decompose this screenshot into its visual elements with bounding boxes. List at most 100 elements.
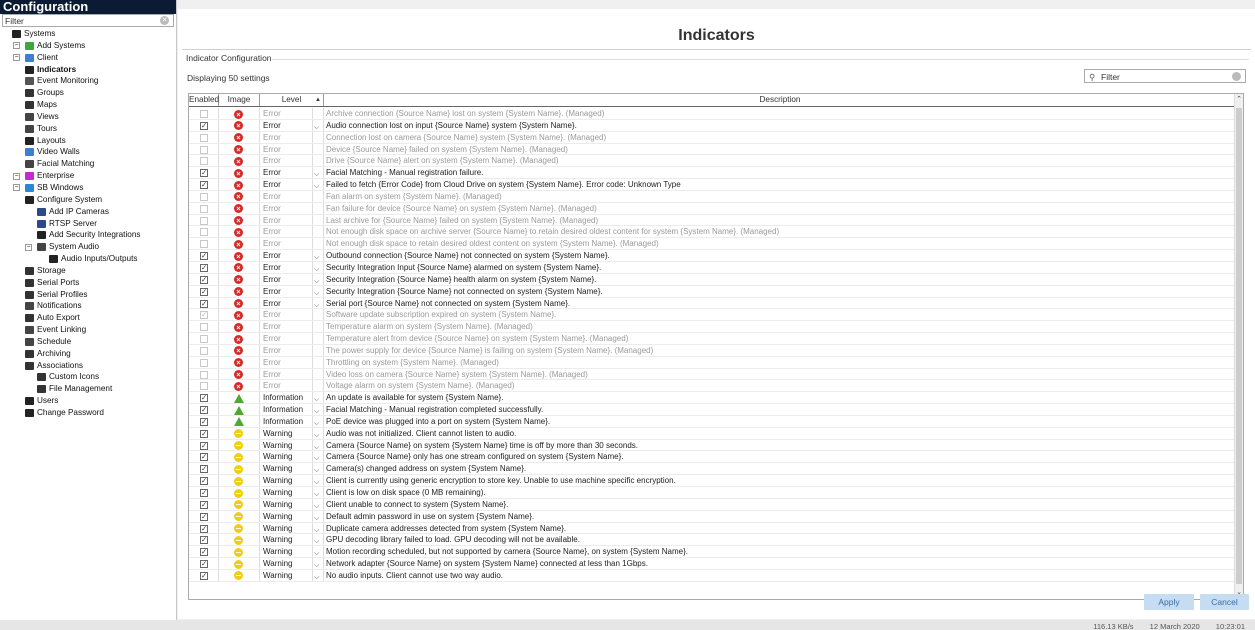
- chevron-down-icon[interactable]: ⌵: [314, 169, 319, 178]
- level-cell[interactable]: Warning: [260, 522, 313, 534]
- table-row[interactable]: ✓ × Error ⌵ Security Integration {Source Nam…: [189, 285, 1236, 298]
- level-dropdown-cell[interactable]: [313, 155, 324, 167]
- sidebar-item[interactable]: Serial Ports: [0, 277, 176, 289]
- level-cell[interactable]: Warning: [260, 463, 313, 475]
- scrollbar-thumb[interactable]: [1236, 108, 1242, 584]
- sidebar-item[interactable]: Auto Export: [0, 312, 176, 324]
- enabled-checkbox[interactable]: ✓: [200, 453, 208, 462]
- table-row[interactable]: ✓ Warning ⌵ Client unable to connect to sys…: [189, 498, 1236, 511]
- expand-toggle-icon[interactable]: −: [25, 243, 32, 251]
- enabled-checkbox[interactable]: [200, 323, 208, 332]
- level-cell[interactable]: Warning: [260, 546, 313, 558]
- table-row[interactable]: ✓ × Error ⌵ Security Integration Input {Sour…: [189, 261, 1236, 274]
- level-dropdown-cell[interactable]: ⌵: [313, 510, 324, 522]
- table-row[interactable]: ✓ Information ⌵ An update is available for …: [189, 392, 1236, 405]
- table-row[interactable]: ✓ Information ⌵ PoE device was plugged into…: [189, 415, 1236, 428]
- sidebar-item[interactable]: Systems: [0, 28, 176, 40]
- chevron-down-icon[interactable]: ⌵: [314, 536, 319, 545]
- enabled-checkbox[interactable]: ✓: [200, 276, 208, 284]
- level-cell[interactable]: Error: [260, 202, 313, 214]
- chevron-down-icon[interactable]: ⌵: [314, 394, 319, 403]
- level-dropdown-cell[interactable]: ⌵: [313, 498, 324, 510]
- enabled-checkbox[interactable]: ✓: [200, 560, 208, 569]
- level-dropdown-cell[interactable]: ⌵: [313, 439, 324, 451]
- level-cell[interactable]: Error: [260, 190, 313, 202]
- chevron-down-icon[interactable]: ⌵: [314, 264, 319, 273]
- level-cell[interactable]: Error: [260, 261, 313, 273]
- level-dropdown-cell[interactable]: [313, 344, 324, 356]
- chevron-down-icon[interactable]: ⌵: [314, 442, 319, 451]
- level-dropdown-cell[interactable]: ⌵: [313, 392, 324, 404]
- chevron-down-icon[interactable]: ⌵: [314, 489, 319, 498]
- enabled-checkbox[interactable]: [200, 240, 208, 249]
- table-row[interactable]: × Error Video loss on camera {Source Name}…: [189, 368, 1236, 381]
- sidebar-item[interactable]: Add IP Cameras: [0, 206, 176, 218]
- level-dropdown-cell[interactable]: ⌵: [313, 415, 324, 427]
- enabled-checkbox[interactable]: ✓: [200, 536, 208, 545]
- level-cell[interactable]: Error: [260, 108, 313, 119]
- level-cell[interactable]: Error: [260, 321, 313, 333]
- enabled-checkbox[interactable]: ✓: [200, 441, 208, 450]
- sidebar-item[interactable]: Video Walls: [0, 146, 176, 158]
- sidebar-item[interactable]: Storage: [0, 265, 176, 277]
- enabled-checkbox[interactable]: ✓: [200, 524, 208, 533]
- enabled-checkbox[interactable]: ✓: [200, 252, 208, 261]
- chevron-down-icon[interactable]: ⌵: [314, 122, 319, 131]
- enabled-checkbox[interactable]: [200, 157, 208, 166]
- table-row[interactable]: ✓ × Error ⌵ Audio connection lost on input {…: [189, 119, 1236, 132]
- level-cell[interactable]: Error: [260, 297, 313, 309]
- enabled-checkbox[interactable]: ✓: [200, 512, 208, 521]
- level-dropdown-cell[interactable]: ⌵: [313, 297, 324, 309]
- sidebar-item[interactable]: − SB Windows: [0, 182, 176, 194]
- level-dropdown-cell[interactable]: ⌵: [313, 167, 324, 179]
- level-cell[interactable]: Error: [260, 238, 313, 250]
- table-row[interactable]: ✓ Warning ⌵ Camera(s) changed address on sy…: [189, 463, 1236, 476]
- table-row[interactable]: ✓ Warning ⌵ Network adapter {Source Name} o…: [189, 558, 1236, 570]
- enabled-checkbox[interactable]: [200, 145, 208, 154]
- table-row[interactable]: ✓ Warning ⌵ Audio was not initialized. Clie…: [189, 427, 1236, 440]
- enabled-checkbox[interactable]: [200, 346, 208, 355]
- chevron-down-icon[interactable]: ⌵: [314, 513, 319, 522]
- level-cell[interactable]: Error: [260, 179, 313, 190]
- sidebar-item[interactable]: Layouts: [0, 135, 176, 147]
- level-dropdown-cell[interactable]: ⌵: [313, 522, 324, 534]
- enabled-checkbox[interactable]: ✓: [200, 489, 208, 497]
- cancel-button[interactable]: Cancel: [1200, 594, 1249, 610]
- level-dropdown-cell[interactable]: ⌵: [313, 273, 324, 285]
- level-dropdown-cell[interactable]: ⌵: [313, 569, 324, 581]
- table-row[interactable]: × Error Last archive for {Source Name} fai…: [189, 214, 1236, 227]
- sidebar-item[interactable]: − System Audio: [0, 241, 176, 253]
- chevron-down-icon[interactable]: ⌵: [314, 525, 319, 534]
- enabled-checkbox[interactable]: ✓: [200, 394, 208, 403]
- chevron-down-icon[interactable]: ⌵: [314, 501, 319, 510]
- enabled-checkbox[interactable]: ✓: [200, 572, 208, 580]
- sidebar-item[interactable]: − Enterprise: [0, 170, 176, 182]
- sidebar-item[interactable]: Event Linking: [0, 324, 176, 336]
- grid-filter-input[interactable]: ⚲ Filter: [1084, 69, 1246, 83]
- level-cell[interactable]: Error: [260, 285, 313, 297]
- level-cell[interactable]: Warning: [260, 427, 313, 439]
- level-dropdown-cell[interactable]: ⌵: [313, 546, 324, 558]
- table-row[interactable]: × Error Not enough disk space to retain de…: [189, 238, 1236, 251]
- sidebar-item[interactable]: Views: [0, 111, 176, 123]
- table-row[interactable]: ✓ Warning ⌵ No audio inputs. Client cannot …: [189, 569, 1236, 582]
- level-cell[interactable]: Information: [260, 404, 313, 415]
- expand-toggle-icon[interactable]: −: [13, 42, 20, 50]
- level-cell[interactable]: Error: [260, 226, 313, 238]
- level-dropdown-cell[interactable]: ⌵: [313, 261, 324, 273]
- enabled-checkbox[interactable]: [200, 110, 208, 118]
- chevron-down-icon[interactable]: ⌵: [314, 453, 319, 462]
- enabled-checkbox[interactable]: [200, 192, 208, 201]
- clear-icon[interactable]: ✕: [160, 16, 169, 25]
- enabled-checkbox[interactable]: [200, 382, 208, 391]
- sidebar-item[interactable]: Event Monitoring: [0, 75, 176, 87]
- sidebar-item[interactable]: Facial Matching: [0, 158, 176, 170]
- chevron-down-icon[interactable]: ⌵: [314, 406, 319, 415]
- level-dropdown-cell[interactable]: ⌵: [313, 427, 324, 439]
- chevron-down-icon[interactable]: ⌵: [314, 181, 319, 190]
- sidebar-item[interactable]: Audio Inputs/Outputs: [0, 253, 176, 265]
- chevron-down-icon[interactable]: ⌵: [314, 465, 319, 474]
- level-dropdown-cell[interactable]: [313, 226, 324, 238]
- level-cell[interactable]: Error: [260, 167, 313, 179]
- sidebar-item[interactable]: Users: [0, 395, 176, 407]
